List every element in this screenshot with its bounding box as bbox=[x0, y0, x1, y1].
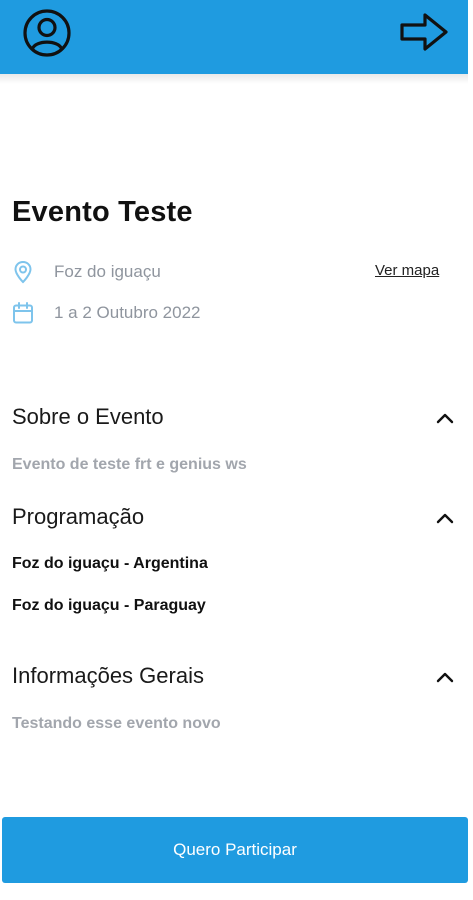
section-title-about: Sobre o Evento bbox=[12, 404, 164, 429]
section-header-general-info[interactable]: Informações Gerais bbox=[12, 661, 454, 691]
chevron-up-icon[interactable] bbox=[436, 511, 454, 524]
section-header-about[interactable]: Sobre o Evento bbox=[12, 402, 454, 432]
event-location: Foz do iguaçu bbox=[54, 262, 161, 281]
event-title: Evento Teste bbox=[12, 196, 193, 228]
chevron-up-icon[interactable] bbox=[436, 670, 454, 683]
view-map-link[interactable]: Ver mapa bbox=[375, 262, 439, 279]
participate-button[interactable]: Quero Participar bbox=[2, 817, 468, 883]
section-title-schedule: Programação bbox=[12, 504, 145, 529]
user-circle-icon[interactable] bbox=[22, 8, 72, 58]
schedule-item[interactable]: Foz do iguaçu - Paraguay bbox=[12, 597, 206, 615]
map-pin-icon bbox=[12, 260, 34, 284]
event-date-row: 1 a 2 Outubro 2022 bbox=[12, 300, 201, 326]
chevron-up-icon[interactable] bbox=[436, 411, 454, 424]
calendar-icon bbox=[12, 301, 34, 325]
top-app-bar bbox=[0, 0, 468, 74]
section-content-about: Evento de teste frt e genius ws bbox=[12, 456, 247, 473]
event-date: 1 a 2 Outubro 2022 bbox=[54, 303, 201, 322]
schedule-item[interactable]: Foz do iguaçu - Argentina bbox=[12, 555, 208, 573]
section-title-general-info: Informações Gerais bbox=[12, 663, 204, 688]
event-location-row: Foz do iguaçu bbox=[12, 259, 161, 285]
section-header-schedule[interactable]: Programação bbox=[12, 502, 454, 532]
arrow-right-icon[interactable] bbox=[398, 10, 450, 54]
section-content-general-info: Testando esse evento novo bbox=[12, 715, 221, 732]
top-bar-shadow bbox=[0, 74, 468, 84]
